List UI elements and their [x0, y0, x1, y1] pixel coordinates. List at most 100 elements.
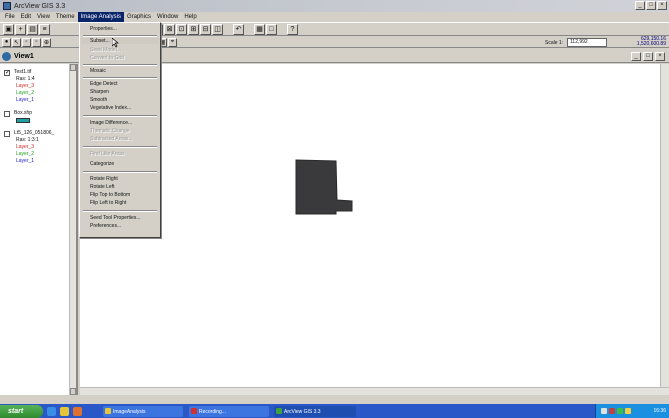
menu-item-properties[interactable]: Properties...	[90, 26, 117, 32]
menu-item-smooth[interactable]: Smooth	[90, 97, 107, 103]
map-horizontal-scrollbar[interactable]	[80, 387, 669, 395]
table-of-contents: ✓ Test1.tif Ras: 1:4 Layer_3 Layer_2 Lay…	[0, 64, 78, 395]
maximize-button[interactable]: □	[646, 1, 656, 10]
edit-legend-icon[interactable]: ≡	[39, 23, 50, 35]
theme-visibility-checkbox[interactable]: ✓	[4, 70, 10, 76]
menu-item-image-difference[interactable]: Image Difference...	[90, 120, 132, 126]
menu-view[interactable]: View	[34, 12, 53, 22]
menu-help[interactable]: Help	[181, 12, 199, 22]
taskbar-item-recording[interactable]: Recording...	[189, 406, 269, 417]
map-vertical-scrollbar[interactable]	[660, 64, 669, 395]
select-features-icon[interactable]: ↶	[233, 23, 244, 35]
legend-layer2: Layer_2	[16, 90, 35, 96]
clock: 16:36	[653, 408, 666, 414]
menu-item-flip-top-to-bottom[interactable]: Flip Top to Bottom	[90, 192, 130, 198]
menu-item-preferences[interactable]: Preferences...	[90, 223, 121, 229]
antivirus-icon[interactable]	[609, 408, 615, 414]
title-bar: ArcView GIS 3.3 _ □ ×	[0, 0, 669, 12]
scale-label: Scale 1:	[545, 40, 564, 46]
start-button[interactable]: start	[0, 404, 43, 418]
menu-item-rotate-left[interactable]: Rotate Left	[90, 184, 114, 190]
media-quicklaunch-icon[interactable]	[73, 406, 82, 416]
theme-visibility-checkbox[interactable]	[4, 131, 10, 137]
menu-item-sharpen[interactable]: Sharpen	[90, 89, 109, 95]
menu-image-analysis[interactable]: Image Analysis	[77, 12, 124, 22]
save-project-icon[interactable]: ▣	[3, 23, 14, 35]
menu-item-rotate-right[interactable]: Rotate Right	[90, 176, 118, 182]
zoom-in-tool-icon[interactable]: ⊕	[42, 37, 51, 47]
select-tool-icon[interactable]: ▫	[32, 37, 41, 47]
view-maximize-button[interactable]: □	[643, 52, 653, 61]
zoom-previous-icon[interactable]: ◫	[212, 23, 223, 35]
scale-input[interactable]: 112,992	[567, 38, 607, 47]
recorder-icon	[191, 408, 197, 414]
menu-window[interactable]: Window	[154, 12, 181, 22]
menu-item-subtracted-areas: Subtracted Areas...	[90, 136, 133, 142]
clear-selection-icon[interactable]: □	[266, 23, 277, 35]
mouse-cursor-icon	[112, 38, 119, 48]
add-theme-icon[interactable]: +	[15, 23, 26, 35]
security-icon[interactable]	[617, 408, 623, 414]
legend-layer1: Layer_1	[16, 97, 35, 103]
close-button[interactable]: ×	[657, 1, 667, 10]
minimize-button[interactable]: _	[635, 1, 645, 10]
help-icon[interactable]: ?	[287, 23, 298, 35]
menu-item-subset[interactable]: Subset...	[81, 38, 159, 44]
legend-raster-line: Ras: 1:4	[16, 76, 35, 82]
view-minimize-button[interactable]: _	[631, 52, 641, 61]
coord-y: 1,520,600.89	[636, 41, 666, 47]
pointer-tool-icon[interactable]: ↖	[12, 37, 21, 47]
theme-properties-icon[interactable]: ▤	[27, 23, 38, 35]
menu-separator	[83, 77, 157, 79]
scroll-up-arrow[interactable]	[70, 64, 76, 71]
toc-scrollbar[interactable]	[69, 64, 76, 395]
theme-name: Test1.tif	[14, 69, 32, 75]
ie-quicklaunch-icon[interactable]	[47, 406, 56, 416]
zoom-in-icon[interactable]: ⊞	[188, 23, 199, 35]
zoom-active-icon[interactable]: ⊠	[164, 23, 175, 35]
theme-name: Lt5_126_051806_	[14, 130, 55, 136]
zoom-selected-icon[interactable]: ⊡	[176, 23, 187, 35]
menu-item-thematic-change: Thematic Change	[90, 128, 130, 134]
map-display[interactable]	[80, 64, 669, 395]
menu-item-seed-tool-properties[interactable]: Seed Tool Properties...	[90, 215, 141, 221]
menu-edit[interactable]: Edit	[18, 12, 34, 22]
menu-graphics[interactable]: Graphics	[124, 12, 154, 22]
menu-item-mosaic[interactable]: Mosaic	[90, 68, 106, 74]
menu-item-edge-detect[interactable]: Edge Detect	[90, 81, 118, 87]
taskbar-item-imageanalysis[interactable]: ImageAnalysis	[103, 406, 183, 417]
legend-layer1: Layer_1	[16, 158, 35, 164]
arcview-icon	[276, 408, 282, 414]
menu-file[interactable]: File	[2, 12, 18, 22]
menu-item-flip-left-to-right[interactable]: Flip Left to Right	[90, 200, 126, 206]
system-tray: 16:36	[595, 404, 669, 418]
theme-visibility-checkbox[interactable]	[4, 111, 10, 117]
raster-subset-shape	[295, 159, 353, 215]
coordinate-readout: 629,150.16 1,520,600.89	[626, 37, 666, 47]
legend-raster-line: Ras: 1:3:1	[16, 137, 39, 143]
polygon-symbol	[16, 118, 30, 123]
scroll-down-arrow[interactable]	[70, 388, 76, 395]
taskbar-item-arcview[interactable]: ArcView GIS 3.3	[274, 406, 356, 417]
zoom-out-icon[interactable]: ⊟	[200, 23, 211, 35]
volume-icon[interactable]	[625, 408, 631, 414]
menu-separator	[83, 35, 157, 37]
select-graphics-icon[interactable]: ▦	[254, 23, 265, 35]
task-label: ArcView GIS 3.3	[284, 408, 321, 415]
view-globe-icon	[2, 51, 11, 61]
menu-theme[interactable]: Theme	[53, 12, 78, 22]
task-label: ImageAnalysis	[113, 408, 146, 415]
network-icon[interactable]	[601, 408, 607, 414]
menu-item-vegetative-index[interactable]: Vegetative Index...	[90, 105, 131, 111]
menu-separator	[83, 115, 157, 117]
task-label: Recording...	[199, 408, 226, 415]
menu-bar: File Edit View Theme Image Analysis Grap…	[0, 12, 669, 22]
menu-item-categorize[interactable]: Categorize	[90, 161, 114, 167]
view-close-button[interactable]: ×	[655, 52, 665, 61]
seed-tool-icon[interactable]: ⌖	[168, 37, 177, 47]
identify-tool-icon[interactable]: ●	[2, 37, 11, 47]
vertex-tool-icon[interactable]: ▫	[22, 37, 31, 47]
view-title: View1	[14, 52, 34, 60]
folder-quicklaunch-icon[interactable]	[60, 406, 69, 416]
legend-layer3: Layer_3	[16, 144, 35, 150]
